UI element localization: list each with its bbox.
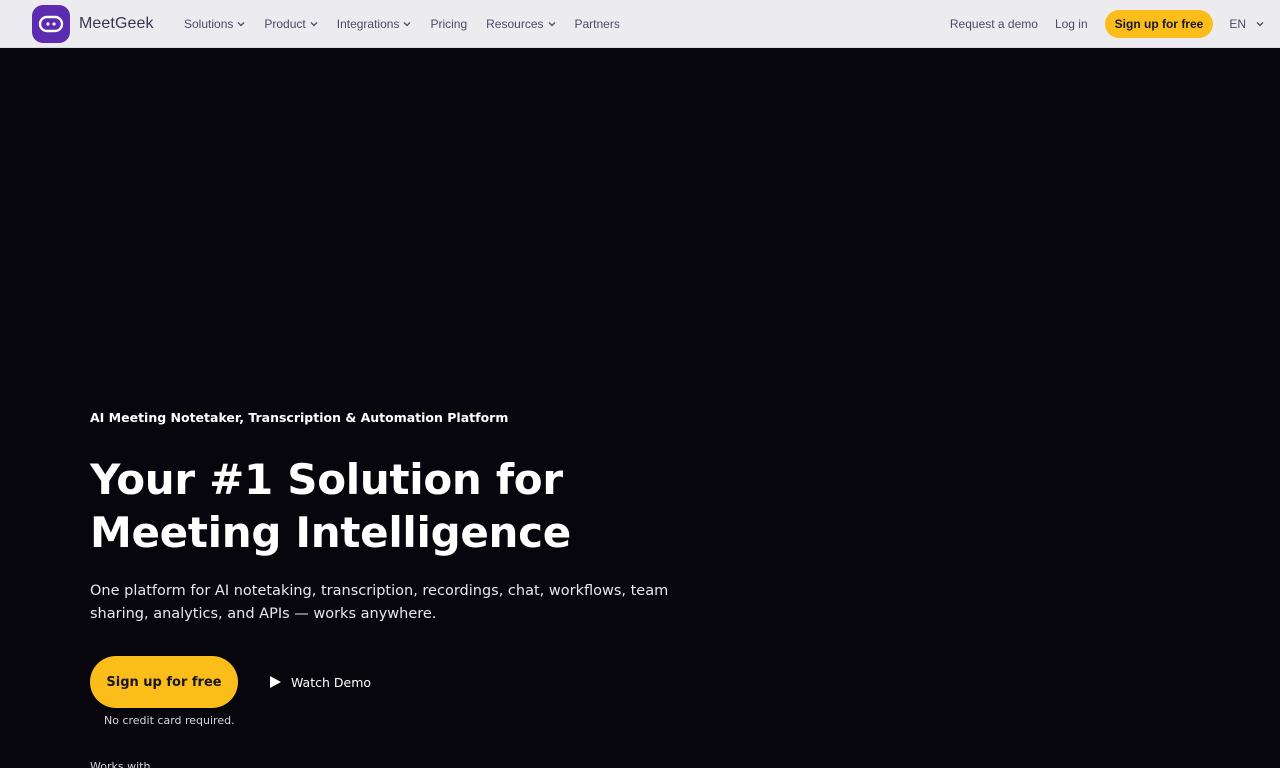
nav-item-label: Product (264, 17, 306, 31)
language-selector[interactable]: EN (1229, 17, 1264, 31)
nav-item-integrations[interactable]: Integrations (337, 17, 412, 31)
headline-line-1: Your #1 Solution for (90, 455, 563, 504)
nav-item-product[interactable]: Product (264, 17, 318, 31)
no-credit-card-note: No credit card required. (104, 714, 235, 727)
chevron-down-icon (237, 22, 245, 27)
works-with-label: Works with (90, 760, 151, 768)
nav-item-label: Integrations (336, 17, 400, 31)
top-navigation: MeetGeek Solutions Product Integrations … (0, 0, 1280, 48)
nav-item-label: Solutions (184, 17, 234, 31)
login-link[interactable]: Log in (1055, 17, 1088, 31)
nav-item-pricing[interactable]: Pricing (430, 17, 467, 31)
nav-actions: Request a demo Log in Sign up for free E… (950, 0, 1264, 48)
chevron-down-icon (403, 22, 411, 27)
main-menu: Solutions Product Integrations Pricing R… (184, 0, 639, 48)
hero-headline: Your #1 Solution for Meeting Intelligenc… (90, 453, 730, 559)
nav-item-partners[interactable]: Partners (575, 17, 620, 31)
chevron-down-icon (1256, 22, 1264, 27)
nav-item-label: Pricing (430, 17, 468, 31)
nav-item-label: Partners (574, 17, 620, 31)
nav-signup-button[interactable]: Sign up for free (1104, 10, 1214, 38)
play-icon (270, 676, 281, 688)
robot-face-icon (32, 5, 70, 43)
language-label: EN (1229, 17, 1246, 31)
chevron-down-icon (548, 22, 555, 27)
headline-line-2: Meeting Intelligence (90, 508, 571, 557)
brand-name: MeetGeek (79, 15, 154, 32)
watch-demo-label: Watch Demo (291, 674, 372, 690)
nav-item-resources[interactable]: Resources (486, 17, 555, 31)
nav-item-label: Resources (486, 17, 544, 31)
hero-signup-button[interactable]: Sign up for free (90, 656, 238, 708)
hero-eyebrow: AI Meeting Notetaker, Transcription & Au… (90, 410, 509, 425)
request-demo-link[interactable]: Request a demo (950, 17, 1038, 31)
chevron-down-icon (310, 22, 318, 27)
brand-logo[interactable]: MeetGeek (32, 5, 154, 43)
watch-demo-button[interactable]: Watch Demo (268, 672, 371, 692)
nav-item-solutions[interactable]: Solutions (184, 17, 245, 31)
hero-subtext: One platform for AI notetaking, transcri… (90, 583, 669, 622)
